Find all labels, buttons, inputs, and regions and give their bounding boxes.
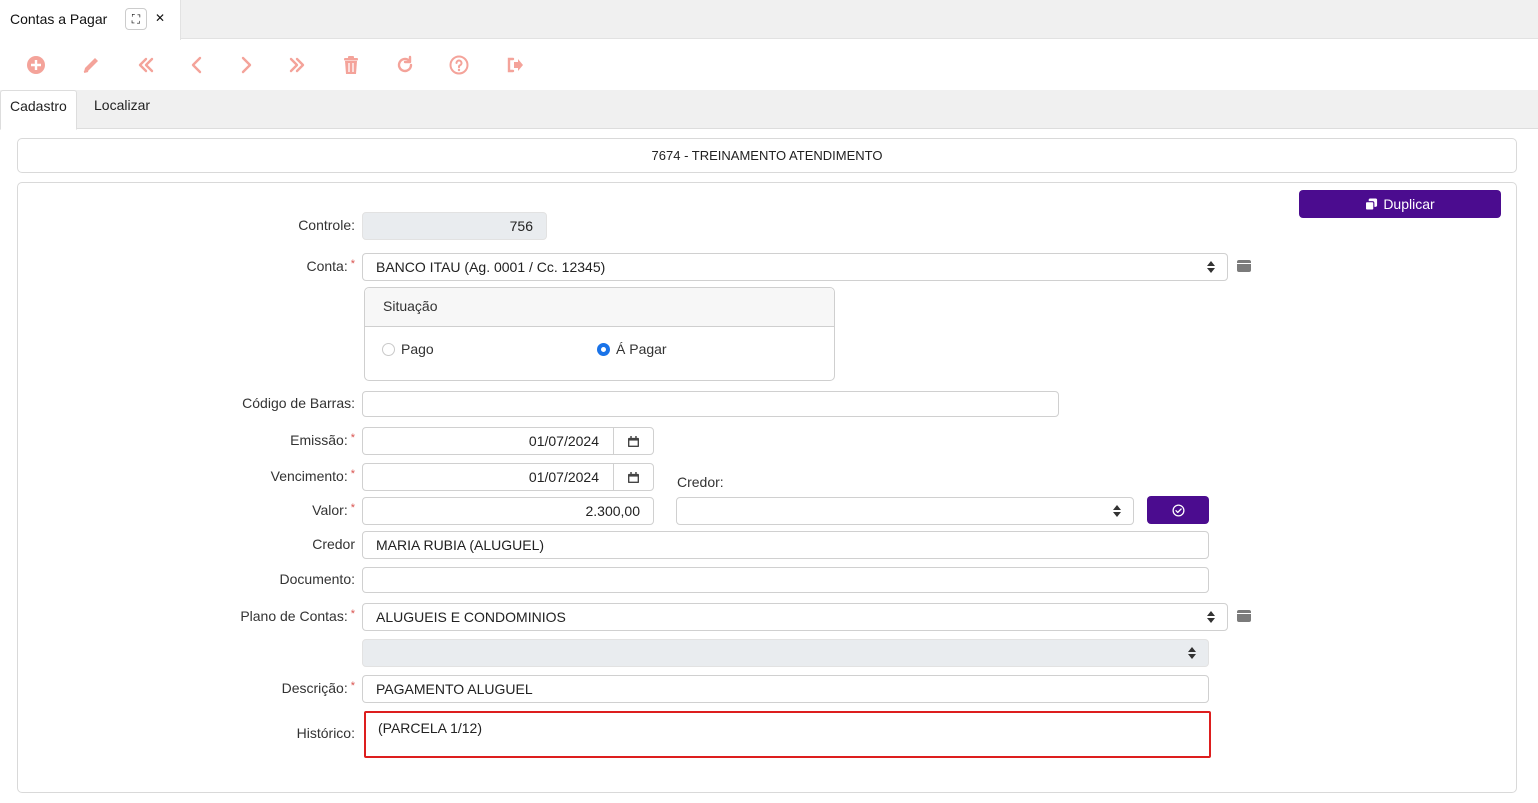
documento-input[interactable]	[362, 567, 1209, 593]
controle-label: Controle:	[298, 217, 355, 233]
page-tabs: Cadastro Localizar	[0, 90, 1538, 130]
radio-a-pagar-label: Á Pagar	[616, 341, 667, 357]
confirm-credor-button[interactable]	[1147, 496, 1209, 524]
plano-contas-value: ALUGUEIS E CONDOMINIOS	[376, 609, 566, 625]
edit-icon[interactable]	[78, 52, 104, 78]
conta-select[interactable]: BANCO ITAU (Ag. 0001 / Cc. 12345)	[362, 253, 1228, 281]
codigo-barras-input[interactable]	[362, 391, 1059, 417]
calendar-icon	[628, 471, 639, 483]
valor-input[interactable]: 2.300,00	[362, 497, 654, 525]
vencimento-calendar-button[interactable]	[613, 464, 653, 490]
refresh-icon[interactable]	[392, 52, 418, 78]
credor-select[interactable]	[676, 497, 1134, 525]
maximize-icon[interactable]: ⛶	[125, 8, 147, 30]
emissao-label: Emissão: *	[290, 432, 355, 448]
check-circle-icon	[1171, 503, 1185, 517]
record-header: 7674 - TREINAMENTO ATENDIMENTO	[17, 138, 1517, 173]
plano-lookup-icon[interactable]	[1237, 610, 1251, 622]
delete-icon[interactable]	[338, 52, 364, 78]
document-tab[interactable]: Contas a Pagar ⛶ ✕	[0, 0, 181, 40]
select-caret-icon	[1113, 505, 1121, 517]
subplano-select	[362, 639, 1209, 667]
duplicate-button[interactable]: Duplicar	[1299, 190, 1501, 218]
plano-contas-select[interactable]: ALUGUEIS E CONDOMINIOS	[362, 603, 1228, 631]
last-icon[interactable]	[284, 52, 310, 78]
historico-textarea[interactable]: (PARCELA 1/12)	[364, 711, 1211, 758]
valor-label: Valor: *	[312, 502, 355, 518]
radio-pago[interactable]: Pago	[382, 341, 434, 357]
duplicate-button-label: Duplicar	[1383, 196, 1435, 212]
copy-icon	[1365, 197, 1378, 211]
toolbar	[0, 40, 1538, 90]
first-icon[interactable]	[133, 52, 159, 78]
vencimento-label: Vencimento: *	[270, 468, 355, 484]
historico-label: Histórico:	[296, 725, 355, 741]
required-mark: *	[350, 258, 355, 270]
previous-icon[interactable]	[184, 52, 210, 78]
emissao-date-input[interactable]: 01/07/2024	[362, 427, 654, 455]
help-icon[interactable]	[446, 52, 472, 78]
document-tab-title: Contas a Pagar	[10, 11, 108, 27]
vencimento-date-value: 01/07/2024	[528, 469, 599, 485]
emissao-date-value: 01/07/2024	[528, 433, 599, 449]
select-caret-icon	[1207, 611, 1215, 623]
codigo-barras-label: Código de Barras:	[242, 395, 355, 411]
plano-contas-label: Plano de Contas: *	[240, 608, 355, 624]
add-icon[interactable]	[23, 52, 49, 78]
radio-pago-label: Pago	[401, 341, 434, 357]
conta-select-value: BANCO ITAU (Ag. 0001 / Cc. 12345)	[376, 259, 606, 275]
credor-select-label: Credor:	[677, 474, 724, 490]
credor-input[interactable]: MARIA RUBIA (ALUGUEL)	[362, 531, 1209, 559]
descricao-input[interactable]: PAGAMENTO ALUGUEL	[362, 675, 1209, 703]
tab-localizar[interactable]: Localizar	[85, 90, 159, 129]
controle-field: 756	[362, 212, 547, 240]
window-tabbar: Contas a Pagar ⛶ ✕	[0, 0, 1538, 40]
conta-lookup-icon[interactable]	[1237, 260, 1251, 272]
select-caret-icon	[1188, 647, 1196, 659]
radio-pago-circle[interactable]	[382, 342, 395, 356]
tab-cadastro[interactable]: Cadastro	[0, 90, 77, 130]
vencimento-date-input[interactable]: 01/07/2024	[362, 463, 654, 491]
situacao-legend: Situação	[365, 288, 834, 327]
select-caret-icon	[1207, 261, 1215, 273]
next-icon[interactable]	[233, 52, 259, 78]
calendar-icon	[628, 435, 639, 447]
exit-icon[interactable]	[502, 52, 528, 78]
emissao-calendar-button[interactable]	[613, 428, 653, 454]
radio-a-pagar[interactable]: Á Pagar	[597, 341, 667, 357]
descricao-label: Descrição: *	[281, 680, 355, 696]
radio-a-pagar-circle[interactable]	[597, 342, 610, 356]
situacao-group: Situação Pago Á Pagar	[364, 287, 835, 381]
conta-label: Conta: *	[306, 258, 355, 274]
documento-label: Documento:	[279, 571, 355, 587]
close-icon[interactable]: ✕	[149, 8, 171, 30]
credor-label: Credor	[312, 536, 355, 552]
